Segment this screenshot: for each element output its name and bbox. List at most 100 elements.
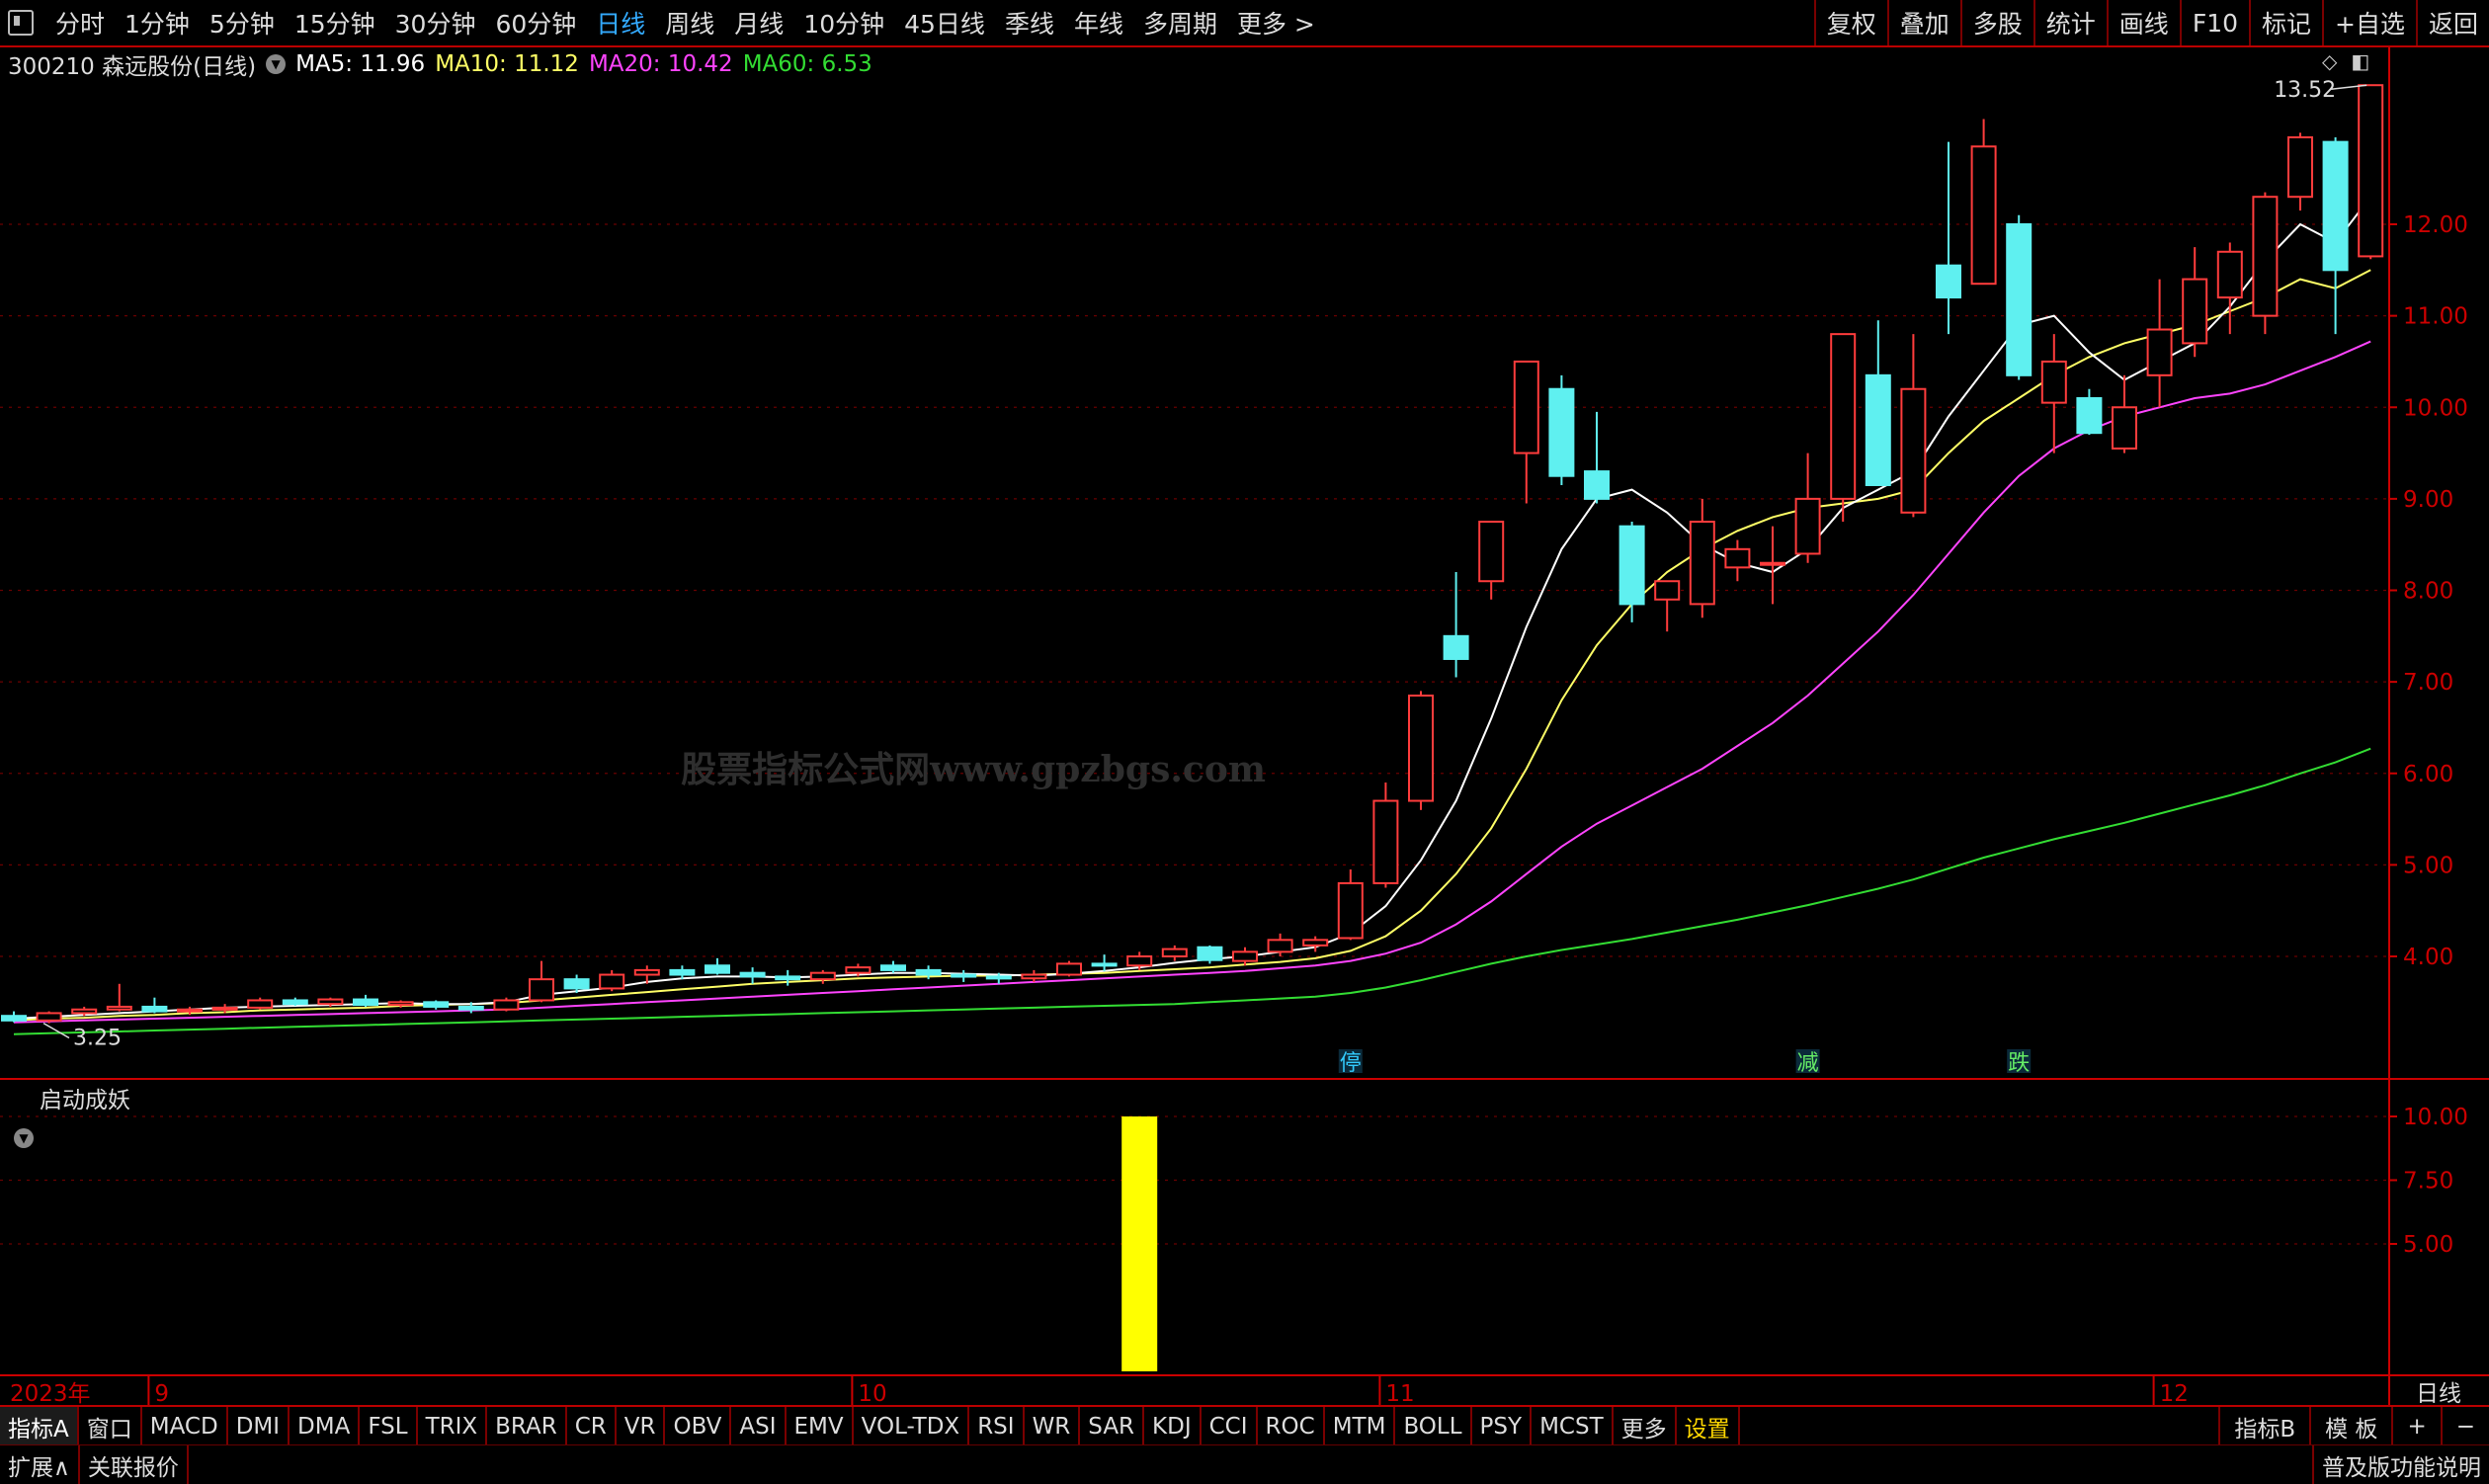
- candle-body[interactable]: [1936, 264, 1961, 299]
- action-tab-1[interactable]: 叠加: [1886, 0, 1960, 45]
- candle-body[interactable]: [141, 1005, 168, 1013]
- candle-body[interactable]: [2358, 84, 2384, 258]
- candle-body[interactable]: [247, 999, 274, 1009]
- candle-body[interactable]: [106, 1005, 132, 1011]
- period-tab-7[interactable]: 周线: [655, 5, 724, 41]
- indicator-tab-7[interactable]: BRAR: [487, 1407, 567, 1446]
- template-tab-2[interactable]: +: [2391, 1407, 2440, 1446]
- period-tab-13[interactable]: 多周期: [1133, 5, 1227, 41]
- candle-body[interactable]: [423, 1001, 450, 1008]
- candle-body[interactable]: [1865, 373, 1891, 486]
- candle-body[interactable]: [2076, 396, 2103, 435]
- event-marker[interactable]: 跌: [2008, 1051, 2030, 1076]
- action-tab-8[interactable]: 返回: [2415, 0, 2489, 45]
- indicator-tab-16[interactable]: SAR: [1080, 1407, 1145, 1446]
- period-tab-6[interactable]: 日线: [586, 5, 655, 41]
- period-tab-14[interactable]: 更多 >: [1227, 5, 1325, 41]
- indicator-tab-4[interactable]: DMA: [290, 1407, 361, 1446]
- candle-body[interactable]: [71, 1008, 98, 1015]
- indicator-tab-21[interactable]: BOLL: [1395, 1407, 1472, 1446]
- candle-body[interactable]: [599, 973, 625, 990]
- candle-body[interactable]: [1584, 470, 1610, 500]
- candle-body[interactable]: [2322, 140, 2349, 272]
- candle-body[interactable]: [951, 973, 977, 978]
- candle-body[interactable]: [529, 978, 554, 1002]
- indicator-tab-24[interactable]: 更多: [1614, 1407, 1677, 1446]
- candle-body[interactable]: [317, 998, 344, 1006]
- period-tab-3[interactable]: 15分钟: [285, 5, 385, 41]
- template-tab-1[interactable]: 模 板: [2309, 1407, 2391, 1446]
- template-tab-3[interactable]: −: [2440, 1407, 2489, 1446]
- candle-body[interactable]: [563, 978, 590, 990]
- candle-body[interactable]: [211, 1006, 238, 1011]
- indicator-tab-12[interactable]: EMV: [787, 1407, 854, 1446]
- candle-body[interactable]: [2287, 136, 2313, 199]
- period-tab-5[interactable]: 60分钟: [485, 5, 586, 41]
- candle-body[interactable]: [1302, 939, 1329, 947]
- candle-body[interactable]: [739, 971, 766, 978]
- period-tab-4[interactable]: 30分钟: [385, 5, 486, 41]
- sub-collapse-icon[interactable]: ▼: [14, 1128, 34, 1148]
- candle-body[interactable]: [36, 1012, 62, 1022]
- indicator-tab-8[interactable]: CR: [567, 1407, 617, 1446]
- candle-body[interactable]: [1408, 695, 1434, 802]
- candle-body[interactable]: [1232, 950, 1258, 962]
- action-tab-4[interactable]: 画线: [2106, 0, 2180, 45]
- panel-toggle-icon[interactable]: [8, 10, 34, 36]
- candle-body[interactable]: [1618, 525, 1645, 606]
- candle-body[interactable]: [1830, 333, 1857, 500]
- candle-body[interactable]: [880, 964, 906, 971]
- candle-body[interactable]: [2216, 250, 2243, 299]
- indicator-tab-6[interactable]: TRIX: [418, 1407, 488, 1446]
- indicator-tab-2[interactable]: MACD: [142, 1407, 228, 1446]
- candle-body[interactable]: [669, 968, 696, 976]
- period-tab-10[interactable]: 45日线: [894, 5, 995, 41]
- event-marker[interactable]: 停: [1340, 1051, 1362, 1076]
- candle-body[interactable]: [1654, 580, 1681, 601]
- candle-body[interactable]: [2006, 223, 2033, 376]
- indicator-tab-3[interactable]: DMI: [228, 1407, 290, 1446]
- candle-body[interactable]: [387, 1001, 414, 1007]
- candle-body[interactable]: [809, 971, 836, 981]
- candle-body[interactable]: [2040, 360, 2067, 404]
- candle-body[interactable]: [1794, 497, 1821, 555]
- candle-body[interactable]: [1267, 939, 1293, 953]
- candle-body[interactable]: [1372, 799, 1399, 884]
- candle-body[interactable]: [775, 975, 801, 981]
- signal-bar[interactable]: [1121, 1116, 1158, 1371]
- candle-body[interactable]: [353, 998, 378, 1007]
- candle-body[interactable]: [2146, 328, 2173, 376]
- candle-body[interactable]: [1126, 955, 1153, 967]
- action-tab-2[interactable]: 多股: [1959, 0, 2033, 45]
- indicator-tab-15[interactable]: WR: [1025, 1407, 1081, 1446]
- indicator-tab-19[interactable]: ROC: [1258, 1407, 1325, 1446]
- indicator-tab-10[interactable]: OBV: [665, 1407, 732, 1446]
- period-tab-12[interactable]: 年线: [1064, 5, 1133, 41]
- candle-body[interactable]: [1478, 521, 1505, 583]
- indicator-tab-14[interactable]: RSI: [969, 1407, 1025, 1446]
- extension-tab-1[interactable]: 关联报价: [80, 1445, 189, 1484]
- kline-chart[interactable]: 12.00 11.00 10.00 9.00 8.00 7.00 6.00 5.00 4.00 股…: [0, 47, 2489, 1405]
- candle-body[interactable]: [457, 1005, 484, 1011]
- candle-body[interactable]: [1197, 946, 1223, 961]
- candle-body[interactable]: [1548, 387, 1575, 477]
- candle-body[interactable]: [1724, 547, 1751, 569]
- candle-body[interactable]: [1337, 881, 1364, 940]
- indicator-tab-25[interactable]: 设置: [1677, 1407, 1740, 1446]
- action-tab-3[interactable]: 统计: [2033, 0, 2107, 45]
- period-tab-2[interactable]: 5分钟: [200, 5, 285, 41]
- candle-body[interactable]: [915, 968, 942, 976]
- candle-body[interactable]: [1689, 521, 1715, 606]
- candle-body[interactable]: [705, 964, 730, 974]
- candle-body[interactable]: [1, 1015, 27, 1022]
- indicator-tab-0[interactable]: 指标A: [0, 1407, 79, 1446]
- indicator-tab-13[interactable]: VOL-TDX: [854, 1407, 970, 1446]
- candle-body[interactable]: [1021, 973, 1047, 980]
- candle-body[interactable]: [2252, 196, 2279, 317]
- candle-body[interactable]: [177, 1008, 203, 1013]
- indicator-tab-17[interactable]: KDJ: [1144, 1407, 1202, 1446]
- candle-body[interactable]: [1091, 962, 1118, 967]
- indicator-tab-20[interactable]: MTM: [1325, 1407, 1396, 1446]
- action-tab-7[interactable]: +自选: [2322, 0, 2416, 45]
- action-tab-6[interactable]: 标记: [2249, 0, 2322, 45]
